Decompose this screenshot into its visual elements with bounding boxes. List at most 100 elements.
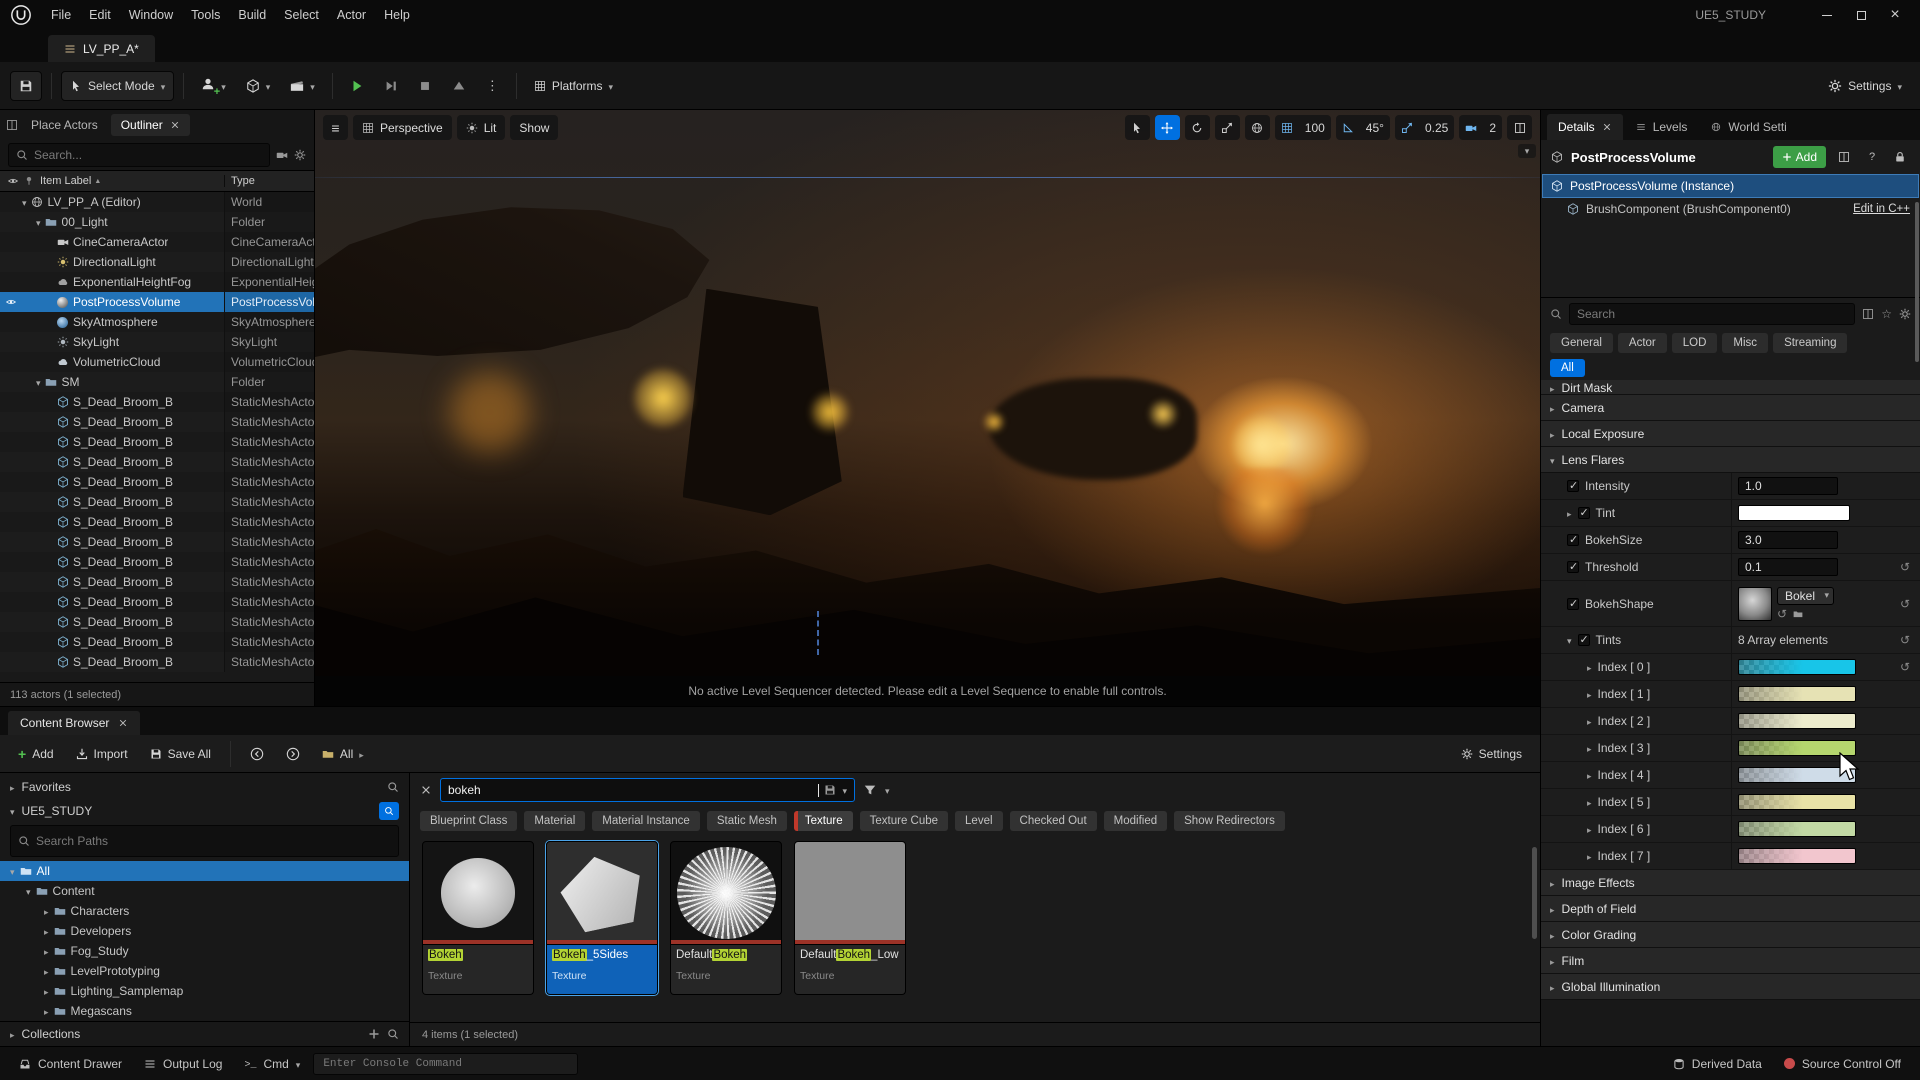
table-row[interactable]: VolumetricCloudVolumetricCloud [0, 352, 314, 372]
section-camera[interactable]: Camera [1541, 395, 1920, 421]
table-row[interactable]: S_Dead_Broom_BStaticMeshActor [0, 512, 314, 532]
filter-blueprint-class[interactable]: Blueprint Class [420, 811, 517, 831]
expander-icon[interactable] [22, 195, 27, 209]
threshold-input[interactable]: 0.1 [1738, 558, 1838, 576]
paths-search-field[interactable] [10, 825, 399, 857]
menu-window[interactable]: Window [120, 0, 182, 30]
column-type[interactable]: Type [224, 175, 314, 187]
tint-color-bar[interactable] [1738, 740, 1856, 756]
filter-modified[interactable]: Modified [1104, 811, 1167, 831]
console-command-field[interactable] [313, 1053, 578, 1075]
expander-icon[interactable] [36, 215, 41, 229]
use-selected-icon[interactable] [1777, 607, 1787, 621]
expander-icon[interactable] [1587, 795, 1592, 809]
expander-icon[interactable] [44, 904, 49, 918]
section-color-grading[interactable]: Color Grading [1541, 922, 1920, 948]
select-mode-dropdown[interactable]: Select Mode [61, 71, 174, 101]
tree-item-fog-study[interactable]: Fog_Study [0, 941, 409, 961]
table-row[interactable]: S_Dead_Broom_BStaticMeshActor [0, 532, 314, 552]
table-row[interactable]: S_Dead_Broom_BStaticMeshActor [0, 552, 314, 572]
viewport-options-caret[interactable] [1518, 144, 1536, 158]
path-search-toggle[interactable] [379, 802, 399, 820]
cinematics-dropdown[interactable] [282, 71, 323, 101]
filter-show-redirectors[interactable]: Show Redirectors [1174, 811, 1285, 831]
expander-icon[interactable] [1587, 849, 1592, 863]
tree-item-all[interactable]: All [0, 861, 409, 881]
rotate-tool-button[interactable] [1185, 115, 1210, 140]
expander-icon[interactable] [1587, 822, 1592, 836]
section-lens-flares[interactable]: Lens Flares [1541, 447, 1920, 473]
show-dropdown[interactable]: Show [510, 115, 558, 140]
bokeh-shape-thumbnail[interactable] [1738, 587, 1772, 621]
project-row[interactable]: UE5_STUDY [0, 799, 409, 823]
eye-icon[interactable] [8, 176, 18, 186]
table-row[interactable]: SkyAtmosphereSkyAtmosphere [0, 312, 314, 332]
brush-component-row[interactable]: BrushComponent (BrushComponent0) Edit in… [1541, 198, 1920, 220]
filter-checked-out[interactable]: Checked Out [1010, 811, 1097, 831]
expander-icon[interactable] [1587, 687, 1592, 701]
section-depth-of-field[interactable]: Depth of Field [1541, 896, 1920, 922]
gear-icon[interactable] [1899, 308, 1911, 320]
edit-in-cpp-link[interactable]: Edit in C++ [1853, 203, 1910, 215]
cat-actor[interactable]: Actor [1618, 333, 1667, 353]
override-checkbox[interactable] [1567, 534, 1579, 546]
chevron-down-icon[interactable] [885, 783, 890, 797]
tree-item-lighting-samplemap[interactable]: Lighting_Samplemap [0, 981, 409, 1001]
rotation-snap-control[interactable]: 45° [1336, 115, 1390, 140]
filter-texture[interactable]: Texture [794, 811, 853, 831]
expander-icon[interactable] [1587, 660, 1592, 674]
section-local-exposure[interactable]: Local Exposure [1541, 421, 1920, 447]
chevron-down-icon[interactable] [842, 783, 847, 797]
table-row-selected[interactable]: PostProcessVolumePostProcessVolume [0, 292, 314, 312]
expander-icon[interactable] [1567, 506, 1572, 520]
asset-tile-defaultbokeh[interactable]: DefaultBokeh Texture [670, 841, 782, 995]
close-icon[interactable] [170, 120, 180, 130]
menu-select[interactable]: Select [275, 0, 328, 30]
table-row[interactable]: S_Dead_Broom_BStaticMeshActor [0, 432, 314, 452]
reset-icon[interactable] [1896, 597, 1914, 611]
camera-speed-value[interactable]: 2 [1483, 115, 1502, 140]
select-tool-button[interactable] [1125, 115, 1150, 140]
table-row[interactable]: S_Dead_Broom_BStaticMeshActor [0, 592, 314, 612]
expander-icon[interactable] [1587, 768, 1592, 782]
content-settings-button[interactable]: Settings [1453, 741, 1530, 767]
expander-icon[interactable] [1587, 714, 1592, 728]
tint-color-bar[interactable] [1738, 686, 1856, 702]
camera-speed-control[interactable]: 2 [1459, 115, 1502, 140]
add-button[interactable]: +Add [10, 741, 62, 767]
cmd-dropdown[interactable]: Cmd [235, 1047, 309, 1080]
pin-icon[interactable] [24, 176, 34, 186]
expander-icon[interactable] [44, 984, 49, 998]
tint-color-bar[interactable] [1738, 794, 1856, 810]
tint-color-swatch[interactable] [1738, 505, 1850, 521]
tint-color-bar[interactable] [1738, 821, 1856, 837]
table-row[interactable]: S_Dead_Broom_BStaticMeshActor [0, 572, 314, 592]
forward-button[interactable] [278, 741, 308, 767]
level-viewport[interactable]: Perspective Lit Show [315, 110, 1540, 706]
expander-icon[interactable] [10, 804, 15, 818]
eye-icon[interactable] [6, 297, 16, 307]
tint-color-bar[interactable] [1738, 659, 1856, 675]
display-options-icon[interactable] [1862, 308, 1874, 320]
add-collection-icon[interactable] [368, 1028, 380, 1040]
favorites-icon[interactable] [1881, 307, 1892, 321]
menu-actor[interactable]: Actor [328, 0, 375, 30]
tint-color-bar[interactable] [1738, 767, 1856, 783]
collections-header[interactable]: Collections [0, 1021, 409, 1046]
menu-build[interactable]: Build [229, 0, 275, 30]
scrollbar[interactable] [1915, 202, 1919, 362]
table-row[interactable]: S_Dead_Broom_BStaticMeshActor [0, 412, 314, 432]
save-button[interactable] [10, 71, 42, 101]
tab-details[interactable]: Details [1547, 114, 1623, 140]
platforms-dropdown[interactable]: Platforms [526, 71, 621, 101]
expander-icon[interactable] [44, 924, 49, 938]
clear-search-icon[interactable] [420, 784, 432, 796]
output-log-button[interactable]: Output Log [135, 1047, 231, 1080]
table-row[interactable]: 00_LightFolder [0, 212, 314, 232]
details-search-field[interactable] [1569, 303, 1855, 325]
table-row[interactable]: SkyLightSkyLight [0, 332, 314, 352]
outliner-settings-icon[interactable] [294, 149, 306, 161]
tab-content-browser[interactable]: Content Browser [8, 711, 140, 735]
eject-button[interactable] [444, 71, 474, 101]
tab-outliner[interactable]: Outliner [111, 114, 190, 136]
